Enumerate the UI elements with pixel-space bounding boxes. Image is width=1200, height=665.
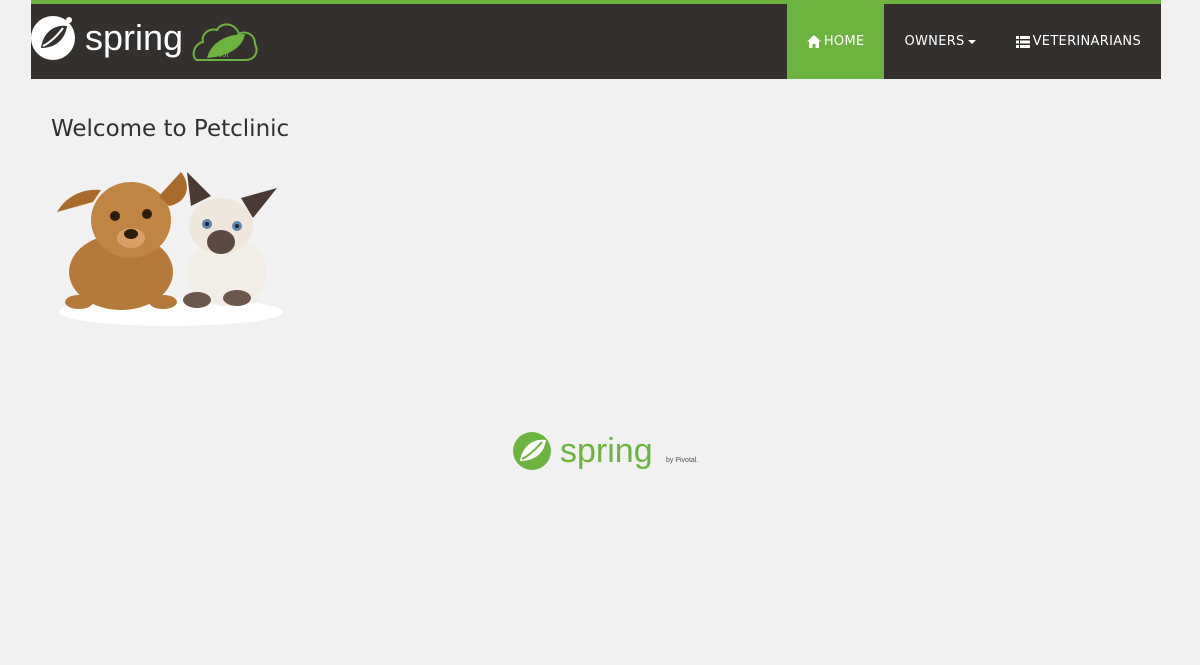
page-title: Welcome to Petclinic <box>51 116 290 142</box>
pets-image <box>51 162 283 330</box>
footer-logo-subtext: by Pivotal. <box>666 457 698 464</box>
nav-home-label: HOME <box>823 34 865 49</box>
main-content: Welcome to Petclinic <box>51 116 289 142</box>
caret-down-icon <box>967 40 976 44</box>
nav-veterinarians[interactable]: VETERINARIANS <box>996 4 1161 79</box>
nav-menu: HOME OWNERS VETERINARIANS <box>786 4 1161 79</box>
nav-veterinarians-label: VETERINARIANS <box>1032 34 1141 49</box>
brand-logo[interactable]: spring boot <box>31 12 271 64</box>
brand-badge: boot <box>213 50 229 59</box>
navbar: spring boot HOME OWNERS VETERINARIANS <box>31 0 1161 79</box>
nav-home[interactable]: HOME <box>786 4 885 79</box>
home-icon <box>806 35 821 48</box>
brand-text: spring <box>85 17 183 58</box>
footer-spring-logo: spring by Pivotal. <box>512 428 712 474</box>
list-icon <box>1015 35 1030 48</box>
footer-logo-text: spring <box>560 432 653 470</box>
nav-owners[interactable]: OWNERS <box>884 4 995 79</box>
nav-owners-label: OWNERS <box>904 34 965 49</box>
